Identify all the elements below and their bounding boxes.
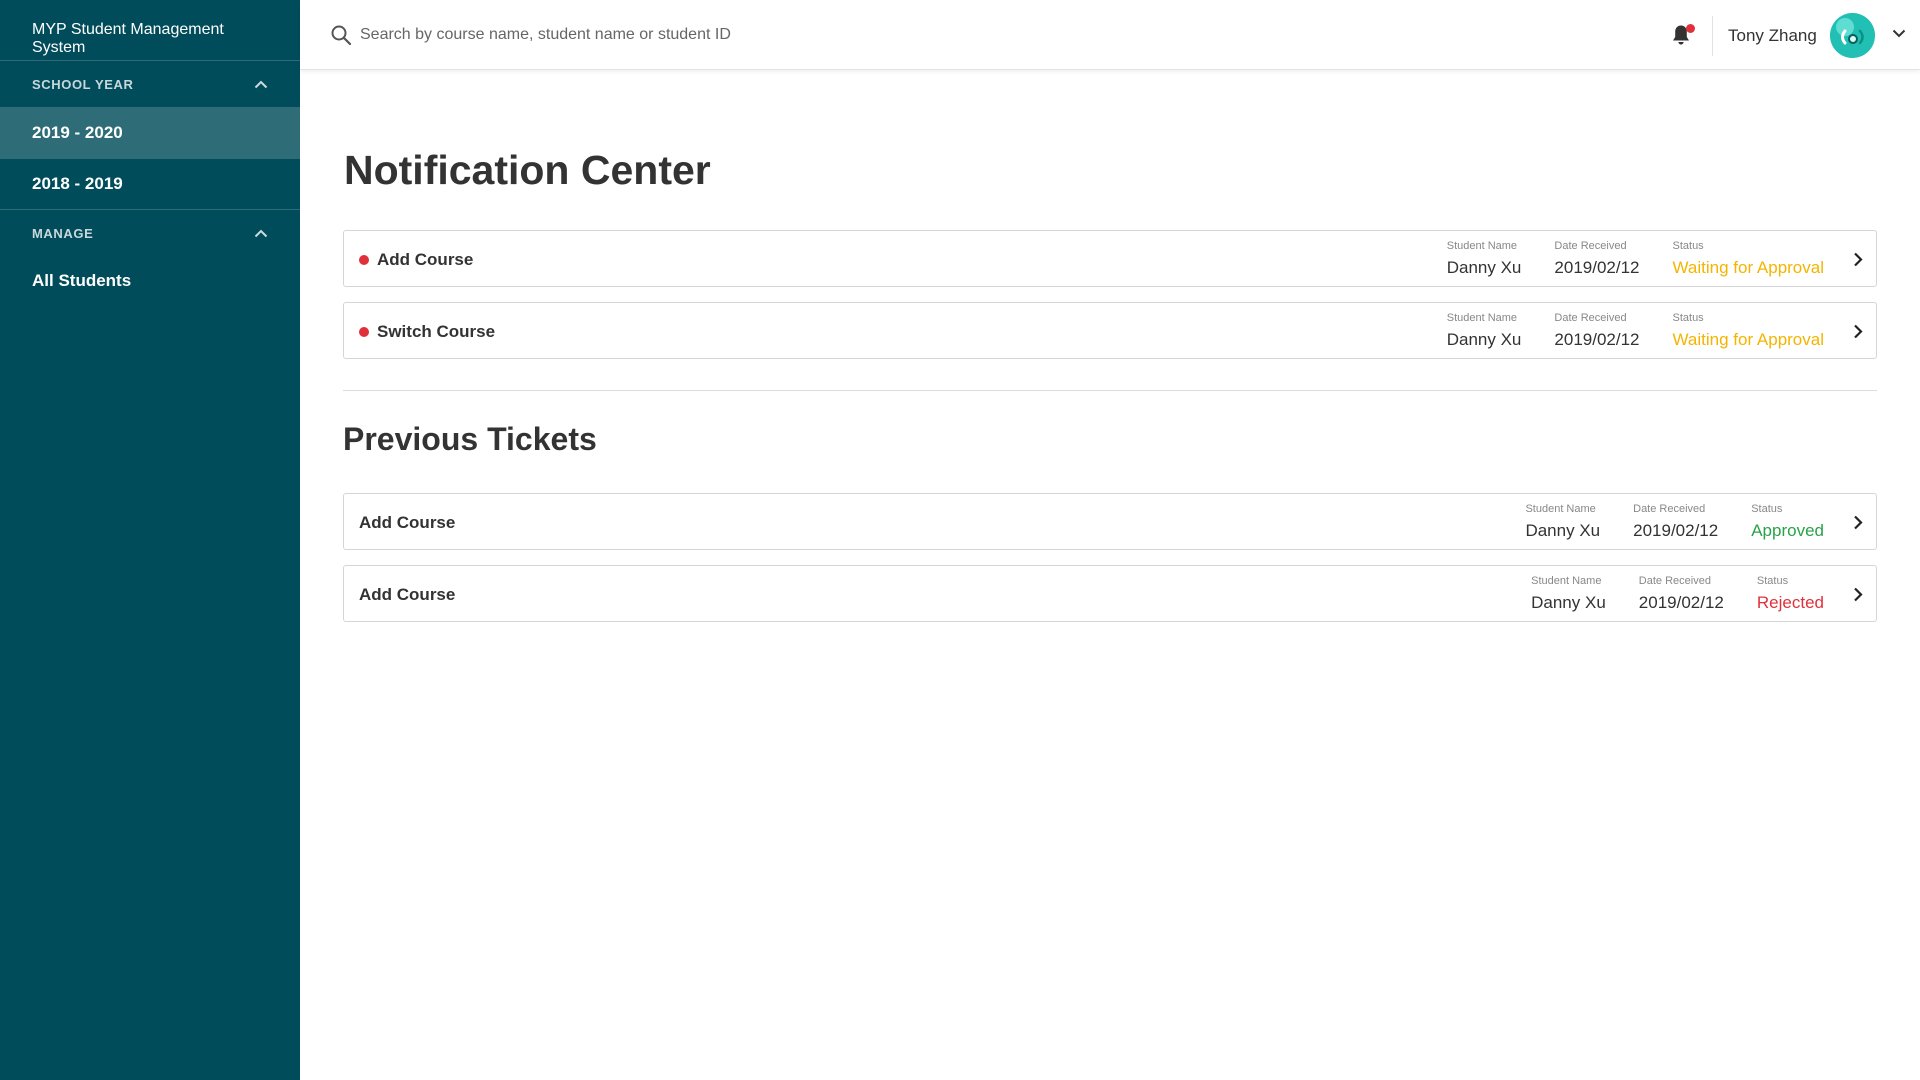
previous-ticket[interactable]: Add Course Student Name Danny Xu Date Re… [343, 493, 1877, 550]
student-name-value: Danny Xu [1446, 258, 1522, 277]
student-name-label: Student Name [1525, 503, 1596, 515]
status-value: Waiting for Approval [1672, 330, 1825, 349]
status-label: Status [1751, 503, 1783, 515]
date-received-value: 2019/02/12 [1638, 593, 1724, 612]
student-field: Student Name Danny Xu [1525, 503, 1600, 541]
ticket-meta: Student Name Danny Xu Date Received 2019… [1447, 312, 1824, 350]
top-bar: Tony Zhang [300, 0, 1920, 70]
sidebar-item-2018-2019[interactable]: 2018 - 2019 [0, 158, 300, 209]
ticket-title: Add Course [377, 250, 474, 269]
section-label: SCHOOL YEAR [32, 76, 134, 92]
header-divider [1712, 16, 1713, 56]
sidebar-item-label: 2019 - 2020 [32, 123, 123, 142]
chevron-up-icon [254, 229, 268, 237]
date-field: Date Received 2019/02/12 [1554, 240, 1639, 278]
user-name[interactable]: Tony Zhang [1728, 26, 1817, 46]
ticket-meta: Student Name Danny Xu Date Received 2019… [1525, 503, 1824, 541]
status-value: Waiting for Approval [1672, 258, 1825, 277]
sidebar-item-label: 2018 - 2019 [32, 174, 123, 193]
ticket-title: Add Course [359, 585, 456, 604]
student-name-label: Student Name [1531, 575, 1602, 587]
notification-dot [1686, 24, 1695, 33]
status-field: Status Rejected [1757, 575, 1824, 613]
previous-tickets-title: Previous Tickets [343, 421, 597, 457]
status-field: Status Waiting for Approval [1673, 240, 1825, 278]
chevron-right-icon [1854, 515, 1863, 530]
date-received-label: Date Received [1633, 503, 1706, 515]
sidebar-item-2019-2020[interactable]: 2019 - 2020 [0, 107, 300, 158]
student-name-value: Danny Xu [1525, 521, 1601, 540]
student-name-value: Danny Xu [1531, 593, 1606, 612]
student-name-label: Student Name [1446, 312, 1518, 324]
page-title: Notification Center [344, 147, 711, 193]
status-value: Rejected [1756, 593, 1824, 612]
section-label: MANAGE [32, 225, 94, 241]
date-received-label: Date Received [1638, 575, 1711, 587]
date-received-value: 2019/02/12 [1554, 258, 1640, 277]
status-field: Status Approved [1751, 503, 1824, 541]
date-field: Date Received 2019/02/12 [1633, 503, 1718, 541]
date-received-label: Date Received [1554, 312, 1627, 324]
ticket-title: Switch Course [377, 322, 496, 341]
notification-ticket[interactable]: Switch Course Student Name Danny Xu Date… [343, 302, 1877, 359]
date-received-value: 2019/02/12 [1633, 521, 1719, 540]
student-name-value: Danny Xu [1446, 330, 1522, 349]
date-received-value: 2019/02/12 [1554, 330, 1640, 349]
unread-dot-icon [359, 327, 369, 337]
previous-ticket[interactable]: Add Course Student Name Danny Xu Date Re… [343, 565, 1877, 622]
student-field: Student Name Danny Xu [1447, 240, 1522, 278]
search-icon [331, 25, 352, 46]
sidebar: MYP Student Management System SCHOOL YEA… [0, 0, 300, 1080]
sidebar-item-all-students[interactable]: All Students [0, 256, 300, 306]
status-label: Status [1672, 312, 1704, 324]
ticket-title: Add Course [359, 513, 456, 532]
ticket-meta: Student Name Danny Xu Date Received 2019… [1447, 240, 1824, 278]
date-received-label: Date Received [1554, 240, 1627, 252]
chevron-right-icon [1854, 324, 1863, 339]
sidebar-item-label: All Students [32, 271, 132, 290]
status-label: Status [1672, 240, 1704, 252]
unread-dot-icon [359, 255, 369, 265]
section-header-school-year[interactable]: SCHOOL YEAR [0, 60, 300, 107]
section-header-manage[interactable]: MANAGE [0, 209, 300, 256]
status-label: Status [1756, 575, 1789, 587]
date-field: Date Received 2019/02/12 [1554, 312, 1639, 350]
section-divider [343, 390, 1877, 391]
status-field: Status Waiting for Approval [1673, 312, 1825, 350]
app-title: MYP Student Management System [32, 21, 224, 56]
avatar[interactable] [1830, 13, 1875, 58]
avatar-image-icon [1830, 13, 1875, 58]
ticket-meta: Student Name Danny Xu Date Received 2019… [1531, 575, 1824, 613]
notification-ticket[interactable]: Add Course Student Name Danny Xu Date Re… [343, 230, 1877, 287]
chevron-down-icon[interactable] [1892, 29, 1906, 38]
status-value: Approved [1751, 521, 1824, 540]
chevron-right-icon [1854, 252, 1863, 267]
chevron-right-icon [1854, 587, 1863, 602]
search-input[interactable] [360, 19, 1060, 51]
chevron-up-icon [254, 80, 268, 88]
date-field: Date Received 2019/02/12 [1639, 575, 1724, 613]
student-field: Student Name Danny Xu [1531, 575, 1606, 613]
student-field: Student Name Danny Xu [1447, 312, 1522, 350]
student-name-label: Student Name [1446, 240, 1518, 252]
